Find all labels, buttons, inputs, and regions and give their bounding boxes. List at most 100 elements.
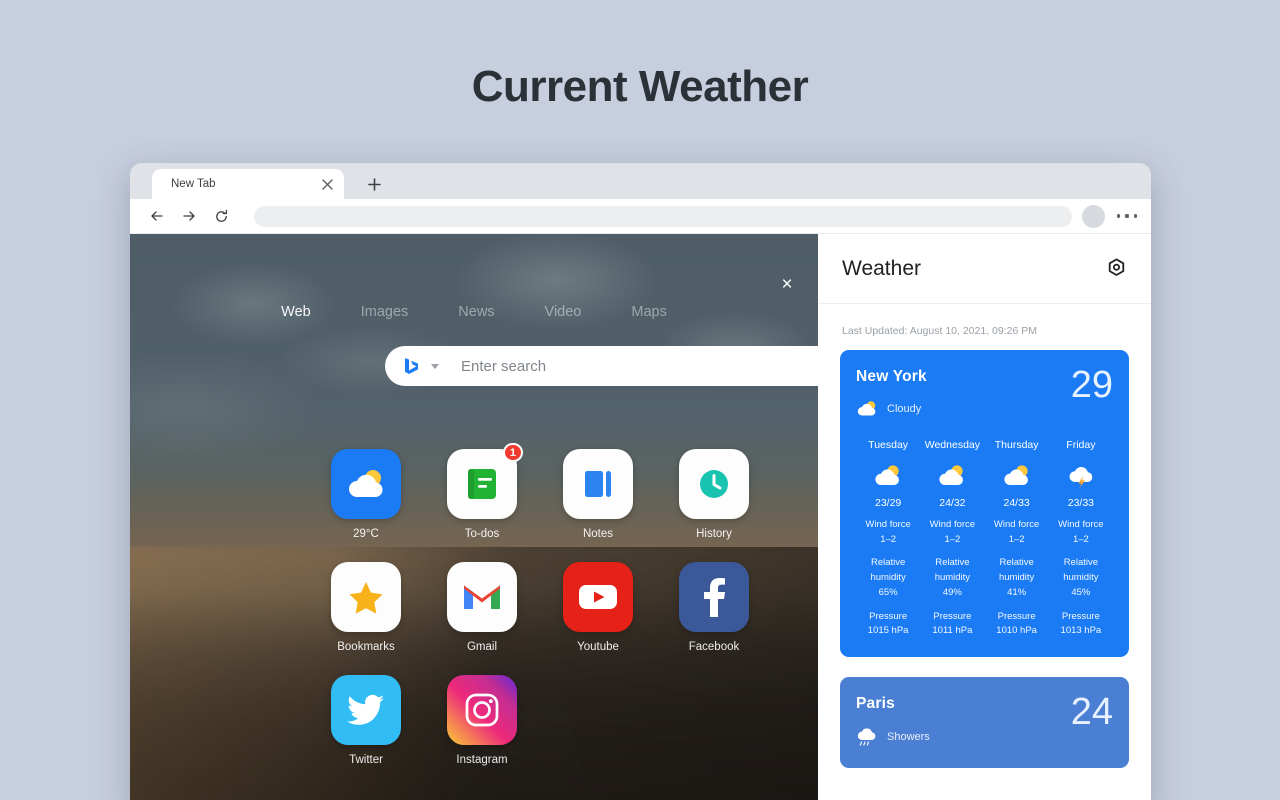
forecast-day-wednesday: Wednesday 24/32 Wind force 1–2 Relative …: [920, 439, 984, 639]
app-shortcut-facebook[interactable]: Facebook: [656, 562, 772, 653]
nav-item-maps[interactable]: Maps: [631, 304, 666, 320]
tab-strip: New Tab: [130, 163, 1151, 199]
nav-item-images[interactable]: Images: [361, 304, 409, 320]
twitter-icon: [331, 675, 401, 745]
weather-panel-title: Weather: [842, 256, 921, 280]
forecast-days: Tuesday 23/29 Wind force 1–2 Relative hu…: [856, 439, 1113, 639]
nav-item-news[interactable]: News: [458, 304, 494, 320]
chevron-down-icon[interactable]: [431, 363, 439, 369]
page-title: Current Weather: [471, 62, 809, 111]
weather-card-paris[interactable]: Paris Showers 24: [840, 677, 1129, 769]
weather-panel: Weather Last Updated: August 10, 2021, 0…: [818, 234, 1151, 800]
forecast-pressure-label: Pressure: [997, 610, 1036, 622]
forecast-pressure-value: 1011 hPa: [932, 625, 973, 637]
app-shortcut-bookmarks[interactable]: Bookmarks: [308, 562, 424, 653]
search-category-nav: Web Images News Video Maps: [130, 304, 818, 320]
forecast-pressure-value: 1015 hPa: [867, 625, 909, 637]
tab-title: New Tab: [171, 178, 216, 190]
forecast-humidity-value: 65%: [878, 586, 898, 598]
weather-card-temperature: 24: [1070, 691, 1113, 734]
app-label: To-dos: [464, 528, 500, 540]
forecast-day-tuesday: Tuesday 23/29 Wind force 1–2 Relative hu…: [856, 439, 920, 639]
forecast-wind-label: Wind force: [865, 519, 911, 530]
weather-card-city: Paris: [856, 695, 895, 713]
new-tab-button[interactable]: [362, 172, 386, 196]
forecast-wind-label: Wind force: [1058, 519, 1104, 530]
app-label: Bookmarks: [337, 641, 395, 653]
app-label: Facebook: [688, 641, 740, 653]
forecast-wind-label: Wind force: [929, 519, 976, 530]
forecast-day-thursday: Thursday 24/33 Wind force 1–2 Relative h…: [985, 439, 1049, 639]
showers-icon: [856, 727, 878, 746]
notification-badge: 1: [502, 443, 523, 462]
partly-cloudy-icon: [920, 459, 984, 493]
forecast-wind-value: 1–2: [944, 533, 961, 545]
forecast-temp-range: 24/32: [939, 497, 966, 509]
close-icon[interactable]: [316, 173, 338, 195]
forecast-wind-value: 1–2: [880, 533, 897, 545]
weather-card-condition: Showers: [887, 730, 930, 743]
forecast-humidity-value: 41%: [1007, 586, 1027, 598]
forecast-humidity-label: Relative humidity: [1063, 557, 1099, 584]
new-tab-page: × Web Images News Video Maps Enter searc…: [130, 234, 818, 800]
browser-content: × Web Images News Video Maps Enter searc…: [130, 234, 1151, 800]
app-label: History: [696, 528, 732, 540]
more-options-icon[interactable]: [1117, 214, 1137, 218]
forecast-day-name: Wednesday: [924, 439, 980, 451]
weather-card-new-york[interactable]: New York Cloudy 29 Tuesday 23/29 Wind fo…: [840, 350, 1129, 658]
app-shortcut-gmail[interactable]: Gmail: [424, 562, 540, 653]
back-icon[interactable]: [144, 203, 170, 229]
forecast-pressure-label: Pressure: [933, 610, 972, 622]
forward-icon[interactable]: [176, 203, 202, 229]
browser-tab[interactable]: New Tab: [152, 169, 344, 199]
forecast-wind-value: 1–2: [1008, 533, 1025, 545]
forecast-temp-range: 23/33: [1067, 497, 1095, 509]
partly-cloudy-icon: [856, 459, 920, 493]
forecast-pressure-value: 1013 hPa: [1060, 625, 1102, 637]
weather-card-city: New York: [856, 368, 927, 385]
bookmarks-star-icon: [331, 562, 401, 632]
avatar[interactable]: [1082, 204, 1105, 228]
forecast-humidity-label: Relative humidity: [934, 557, 971, 584]
app-shortcut-twitter[interactable]: Twitter: [308, 675, 424, 766]
browser-toolbar: [130, 199, 1151, 234]
forecast-temp-range: 23/29: [874, 497, 902, 509]
forecast-day-friday: Friday 23/33 Wind force 1–2 Relative hum…: [1049, 439, 1113, 639]
app-shortcut-history[interactable]: History: [656, 449, 772, 540]
forecast-day-name: Thursday: [994, 439, 1039, 451]
app-shortcut-weather[interactable]: 29°C: [308, 449, 424, 540]
forecast-day-name: Tuesday: [868, 439, 909, 451]
app-shortcut-grid: 29°C 1 To-dos Notes History Bookmarks Gm…: [130, 443, 818, 766]
app-shortcut-youtube[interactable]: Youtube: [540, 562, 656, 653]
partly-cloudy-icon: [985, 459, 1049, 493]
youtube-icon: [563, 562, 633, 632]
app-shortcut-notes[interactable]: Notes: [540, 449, 656, 540]
reload-icon[interactable]: [208, 203, 234, 229]
app-shortcut-instagram[interactable]: Instagram: [424, 675, 540, 766]
forecast-pressure-value: 1010 hPa: [996, 625, 1037, 637]
forecast-humidity-value: 49%: [942, 586, 962, 598]
address-bar[interactable]: [254, 205, 1072, 227]
forecast-wind-label: Wind force: [993, 519, 1040, 530]
forecast-pressure-label: Pressure: [1061, 610, 1100, 622]
nav-item-web[interactable]: Web: [281, 304, 311, 320]
weather-card-temperature: 29: [1070, 364, 1113, 406]
app-label: 29°C: [353, 528, 379, 540]
search-input[interactable]: Enter search: [461, 358, 546, 375]
facebook-icon: [679, 562, 749, 632]
weather-card-condition: Cloudy: [887, 402, 922, 415]
search-bar[interactable]: Enter search: [385, 346, 818, 386]
instagram-icon: [447, 675, 517, 745]
app-label: Twitter: [349, 754, 383, 766]
bing-logo-icon: [403, 357, 420, 376]
gmail-icon: [447, 562, 517, 632]
page-root: Current Weather New Tab × Web Images New…: [0, 0, 1280, 800]
forecast-humidity-label: Relative humidity: [870, 557, 906, 584]
close-overlay-button[interactable]: ×: [774, 272, 800, 298]
app-shortcut-todos[interactable]: 1 To-dos: [424, 443, 540, 540]
nav-item-video[interactable]: Video: [545, 304, 582, 320]
forecast-temp-range: 24/33: [1003, 497, 1030, 509]
todos-icon: 1: [447, 443, 523, 519]
app-label: Instagram: [456, 754, 508, 766]
settings-gear-icon[interactable]: [1106, 258, 1127, 279]
